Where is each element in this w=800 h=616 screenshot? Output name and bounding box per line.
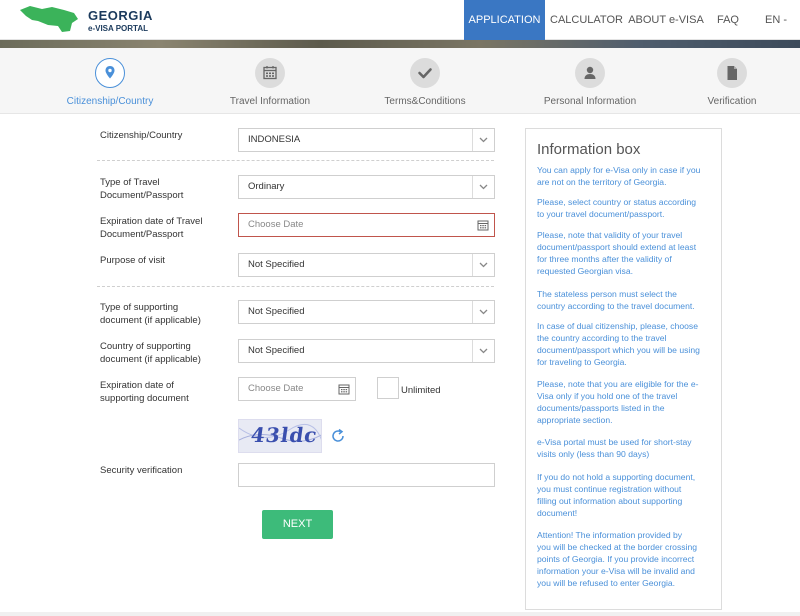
nav-faq[interactable]: FAQ [710, 0, 746, 40]
nav-about-evisa[interactable]: ABOUT e-VISA [628, 0, 704, 40]
captcha-text: 43ldc [249, 423, 320, 447]
location-pin-icon [95, 58, 125, 88]
supporting-document-type-select[interactable]: Not Specified [238, 300, 495, 324]
info-paragraph: Please, note that validity of your trave… [537, 230, 697, 276]
person-icon [575, 58, 605, 88]
page-bottom-edge [0, 612, 800, 616]
divider [97, 160, 494, 161]
doc-expiration-placeholder: Choose Date [248, 219, 304, 230]
info-paragraph: Please, note that you are eligible for t… [537, 379, 699, 425]
info-paragraph: e-Visa portal must be used for short-sta… [537, 437, 692, 459]
divider [97, 286, 494, 287]
step-citizenship[interactable]: Citizenship/Country [45, 58, 175, 107]
info-paragraph: If you do not hold a supporting document… [537, 472, 696, 518]
purpose-of-visit-select[interactable]: Not Specified [238, 253, 495, 277]
travel-document-expiration-input[interactable]: Choose Date [238, 213, 495, 237]
checkmark-icon [410, 58, 440, 88]
chevron-down-icon [472, 301, 494, 323]
info-paragraph: In case of dual citizenship, please, cho… [537, 321, 700, 367]
georgia-map-icon [20, 6, 78, 32]
calendar-icon [255, 58, 285, 88]
travel-document-type-select[interactable]: Ordinary [238, 175, 495, 199]
doc-type-label: Type of Travel Document/Passport [100, 177, 184, 201]
chevron-down-icon [472, 129, 494, 151]
header-banner-image [0, 40, 800, 48]
step-label: Terms&Conditions [384, 96, 466, 107]
language-selector[interactable]: EN - [758, 0, 794, 40]
information-box: Information box You can apply for e-Visa… [525, 128, 722, 610]
chevron-down-icon [472, 176, 494, 198]
calendar-icon[interactable] [472, 214, 494, 236]
unlimited-checkbox[interactable] [377, 377, 399, 399]
next-button[interactable]: NEXT [262, 510, 333, 539]
step-label: Personal Information [543, 96, 637, 107]
support-type-value: Not Specified [248, 306, 305, 317]
info-paragraph: Please, select country or status accordi… [537, 197, 697, 219]
calendar-icon[interactable] [333, 378, 355, 400]
step-personal-information[interactable]: Personal Information [525, 58, 655, 107]
support-expiration-placeholder: Choose Date [248, 383, 304, 394]
refresh-captcha-icon[interactable] [330, 428, 346, 444]
purpose-label: Purpose of visit [100, 255, 165, 266]
step-terms-conditions[interactable]: Terms&Conditions [360, 58, 490, 107]
info-paragraph: The stateless person must select the coun… [537, 289, 695, 311]
logo-title: GEORGIA [88, 8, 153, 23]
nav-calculator[interactable]: CALCULATOR [550, 0, 623, 40]
support-country-value: Not Specified [248, 345, 305, 356]
security-verification-input[interactable] [238, 463, 495, 487]
supporting-document-expiration-input[interactable]: Choose Date [238, 377, 356, 401]
nav-application[interactable]: APPLICATION [464, 0, 545, 40]
step-label: Travel Information [229, 96, 311, 107]
logo-subtitle: e-VISA PORTAL [88, 24, 149, 33]
security-verification-label: Security verification [100, 465, 183, 476]
top-navigation-bar: GEORGIA e-VISA PORTAL APPLICATION CALCUL… [0, 0, 800, 40]
support-country-label: Country of supporting document (if applic… [100, 341, 201, 365]
info-box-title: Information box [537, 141, 641, 158]
citizenship-select[interactable]: INDONESIA [238, 128, 495, 152]
georgia-evisa-logo[interactable]: GEORGIA e-VISA PORTAL [18, 4, 168, 36]
progress-steps: Citizenship/Country Travel Information T… [0, 48, 800, 114]
support-type-label: Type of supporting document (if applicabl… [100, 302, 201, 326]
step-travel-information[interactable]: Travel Information [205, 58, 335, 107]
captcha-image: 43ldc [238, 419, 322, 453]
chevron-down-icon [472, 254, 494, 276]
doc-type-value: Ordinary [248, 181, 285, 192]
doc-expiration-label: Expiration date of Travel Document/Passpo… [100, 216, 203, 240]
document-icon [717, 58, 747, 88]
step-label: Verification [707, 96, 757, 107]
purpose-value: Not Specified [248, 259, 305, 270]
supporting-document-country-select[interactable]: Not Specified [238, 339, 495, 363]
info-paragraph: Attention! The information provided by yo… [537, 530, 698, 588]
chevron-down-icon [472, 340, 494, 362]
info-paragraph: You can apply for e-Visa only in case if… [537, 165, 701, 187]
support-expiration-label: Expiration date of supporting document [100, 380, 189, 404]
step-label: Citizenship/Country [66, 96, 154, 107]
citizenship-label: Citizenship/Country [100, 130, 183, 141]
step-verification[interactable]: Verification [667, 58, 797, 107]
citizenship-value: INDONESIA [248, 134, 301, 145]
unlimited-label: Unlimited [401, 385, 441, 396]
